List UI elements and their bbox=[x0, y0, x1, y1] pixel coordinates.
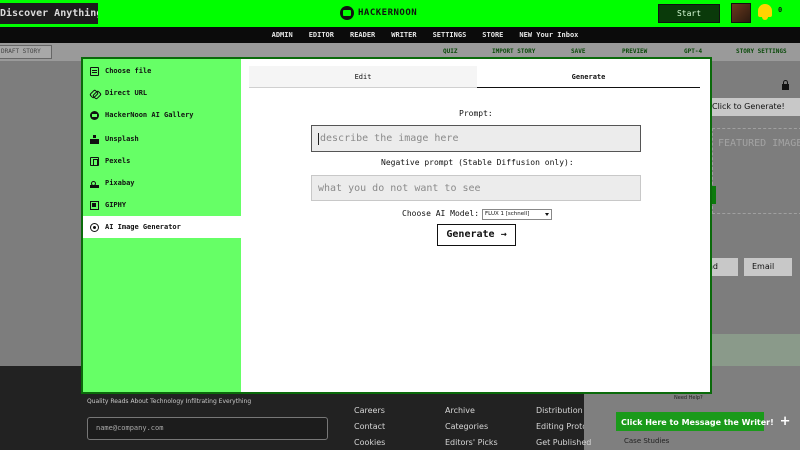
unsplash-icon bbox=[90, 134, 99, 144]
ai-generator-icon bbox=[90, 222, 99, 232]
generate-button[interactable]: Generate → bbox=[437, 224, 516, 246]
source-item-direct-url[interactable]: Direct URL bbox=[83, 82, 241, 104]
footer-link-editors-picks[interactable]: Editors' Picks bbox=[445, 438, 498, 447]
tab-divider bbox=[249, 87, 477, 88]
coin-count: 0 bbox=[778, 6, 783, 14]
image-source-sidebar: Choose file Direct URL HackerNoon AI Gal… bbox=[83, 59, 241, 392]
image-picker-modal: Choose file Direct URL HackerNoon AI Gal… bbox=[81, 57, 712, 394]
footer-link-archive[interactable]: Archive bbox=[445, 406, 475, 415]
generator-panel: Edit Generate Prompt: describe the image… bbox=[241, 59, 710, 392]
source-item-choose-file[interactable]: Choose file bbox=[83, 60, 241, 82]
message-writer-label: Click Here to Message the Writer! bbox=[621, 418, 774, 427]
giphy-icon bbox=[90, 200, 99, 210]
search-input[interactable]: Discover Anything bbox=[0, 3, 98, 24]
nav-item-admin[interactable]: ADMIN bbox=[272, 31, 293, 39]
prompt-input[interactable]: describe the image here bbox=[311, 125, 641, 152]
top-header: Discover Anything HACKERNOON Start Writi… bbox=[0, 0, 800, 35]
start-writing-button[interactable]: Start Writing bbox=[658, 4, 720, 35]
model-select[interactable]: FLUX 1 [schnell] bbox=[482, 209, 552, 220]
prompt-label: Prompt: bbox=[459, 109, 493, 118]
source-item-label: Direct URL bbox=[105, 89, 148, 97]
footer-link-case-studies[interactable]: Case Studies bbox=[624, 437, 669, 445]
footer-link-careers[interactable]: Careers bbox=[354, 406, 385, 415]
plus-icon: + bbox=[779, 414, 791, 429]
lock-icon[interactable] bbox=[781, 80, 790, 90]
featured-image-label: FEATURED IMAGE bbox=[718, 138, 800, 149]
source-item-label: Unsplash bbox=[105, 135, 139, 143]
gpt-button[interactable]: GPT-4 bbox=[684, 48, 702, 55]
pixabay-icon bbox=[90, 179, 99, 188]
need-help-label: Need Help? bbox=[674, 395, 703, 401]
logo[interactable]: HACKERNOON bbox=[340, 6, 417, 20]
nav-item-reader[interactable]: READER bbox=[350, 31, 375, 39]
main-nav: ADMIN EDITOR READER WRITER SETTINGS STOR… bbox=[0, 27, 800, 43]
nav-item-inbox[interactable]: NEW Your Inbox bbox=[519, 31, 578, 39]
pexels-icon bbox=[90, 156, 99, 166]
source-item-label: GIPHY bbox=[105, 201, 127, 209]
source-item-pexels[interactable]: Pexels bbox=[83, 150, 241, 172]
source-item-label: Pixabay bbox=[105, 179, 135, 187]
source-item-label: Pexels bbox=[105, 157, 131, 165]
source-item-label: HackerNoon AI Gallery bbox=[105, 111, 194, 119]
avatar[interactable] bbox=[731, 3, 751, 23]
negative-prompt-label: Negative prompt (Stable Diffusion only): bbox=[381, 158, 574, 167]
tab-edit[interactable]: Edit bbox=[249, 66, 477, 88]
footer-link-distribution[interactable]: Distribution bbox=[536, 406, 584, 415]
bell-icon[interactable] bbox=[757, 3, 773, 21]
link-icon bbox=[90, 89, 99, 98]
negative-prompt-placeholder: what you do not want to see bbox=[318, 182, 481, 194]
story-settings-button[interactable]: STORY SETTINGS bbox=[736, 48, 787, 55]
nav-item-writer[interactable]: WRITER bbox=[391, 31, 416, 39]
hackernoon-logo-icon bbox=[340, 6, 354, 20]
source-item-unsplash[interactable]: Unsplash bbox=[83, 128, 241, 150]
footer-tagline: Quality Reads About Technology Infiltrat… bbox=[87, 398, 252, 405]
footer-link-contact[interactable]: Contact bbox=[354, 422, 385, 431]
source-item-label: Choose file bbox=[105, 67, 152, 75]
footer-link-editing-protocol[interactable]: Editing Protocol bbox=[536, 422, 584, 431]
nav-item-editor[interactable]: EDITOR bbox=[309, 31, 334, 39]
source-item-pixabay[interactable]: Pixabay bbox=[83, 172, 241, 194]
preview-button[interactable]: PREVIEW bbox=[622, 48, 647, 55]
source-item-hackernoon-gallery[interactable]: HackerNoon AI Gallery bbox=[83, 104, 241, 126]
footer-link-get-published[interactable]: Get Published bbox=[536, 438, 591, 447]
save-button[interactable]: SAVE bbox=[571, 48, 585, 55]
source-item-ai-generator[interactable]: AI Image Generator bbox=[83, 216, 241, 238]
prompt-placeholder: describe the image here bbox=[320, 133, 459, 144]
message-writer-button[interactable]: Click Here to Message the Writer! + bbox=[616, 412, 790, 431]
email-button[interactable]: Email bbox=[744, 258, 792, 276]
file-icon bbox=[90, 66, 99, 76]
draft-story-button[interactable]: DRAFT STORY bbox=[0, 45, 52, 59]
import-story-button[interactable]: IMPORT STORY bbox=[492, 48, 535, 55]
hackernoon-icon bbox=[90, 110, 99, 120]
negative-prompt-input[interactable]: what you do not want to see bbox=[311, 175, 641, 201]
sidebar-panel bbox=[712, 334, 800, 366]
tab-generate[interactable]: Generate bbox=[477, 66, 700, 88]
source-item-label: AI Image Generator bbox=[105, 223, 181, 231]
nav-item-store[interactable]: STORE bbox=[482, 31, 503, 39]
click-to-generate-button[interactable]: Click to Generate! bbox=[706, 98, 800, 116]
logo-text: HACKERNOON bbox=[358, 8, 418, 18]
footer-link-categories[interactable]: Categories bbox=[445, 422, 488, 431]
source-item-giphy[interactable]: GIPHY bbox=[83, 194, 241, 216]
quiz-button[interactable]: QUIZ bbox=[443, 48, 457, 55]
nav-item-settings[interactable]: SETTINGS bbox=[433, 31, 467, 39]
model-label: Choose AI Model: bbox=[402, 209, 480, 218]
newsletter-email-input[interactable]: name@company.com bbox=[87, 417, 328, 440]
footer-link-cookies[interactable]: Cookies bbox=[354, 438, 385, 447]
